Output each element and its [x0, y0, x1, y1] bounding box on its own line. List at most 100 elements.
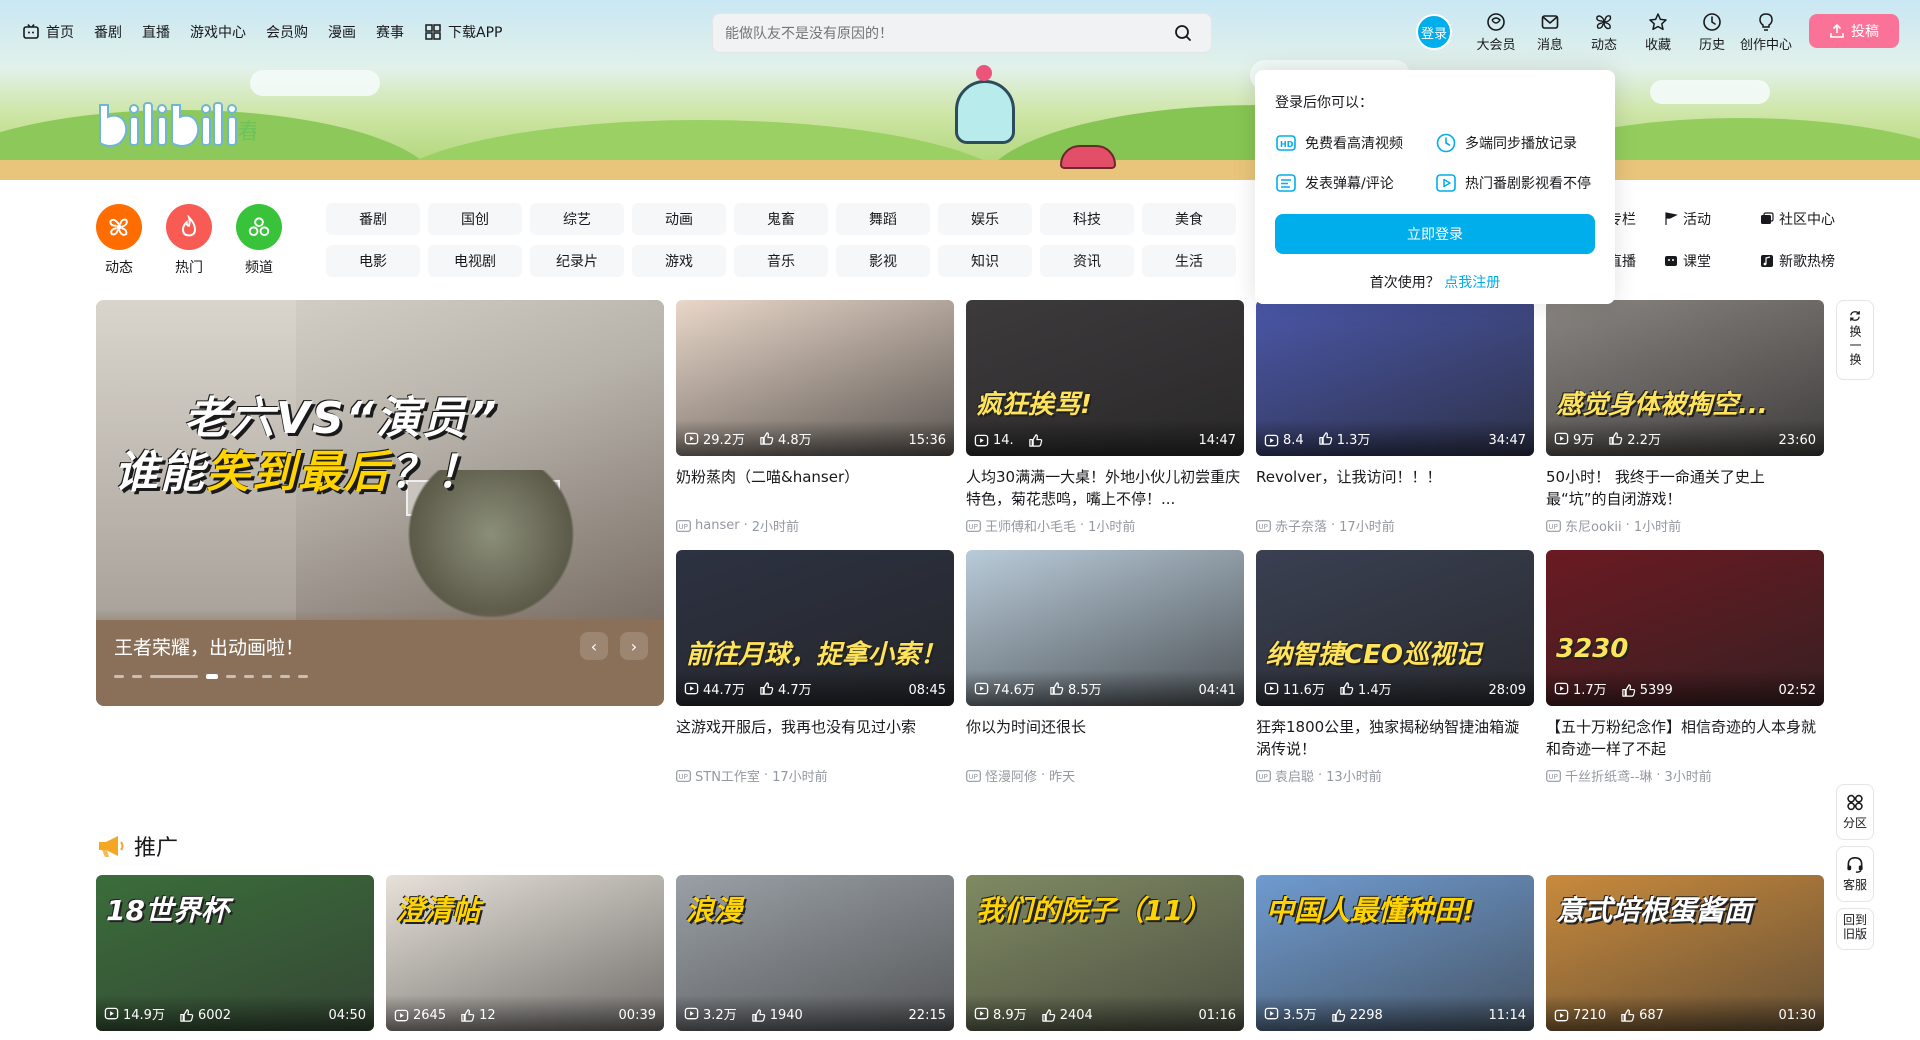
extra-link-community[interactable]: 社区中心: [1760, 203, 1870, 235]
promo-thumbnail[interactable]: 我们的院子（11） 8.9万 2404 01:16: [966, 875, 1244, 1031]
nav-manga[interactable]: 漫画: [328, 22, 356, 42]
promo-thumbnail[interactable]: 浪漫 3.2万 1940 22:15: [676, 875, 954, 1031]
tag-item[interactable]: 生活: [1142, 245, 1236, 277]
carousel-caption[interactable]: 王者荣耀，出动画啦！: [114, 633, 304, 660]
rightnav-history[interactable]: 历史: [1685, 12, 1739, 53]
video-thumbnail[interactable]: 纳智捷CEO巡视记 11.6万 1.4万 28:09: [1256, 550, 1534, 706]
nav-match[interactable]: 赛事: [376, 22, 404, 42]
carousel-dot[interactable]: [280, 675, 290, 678]
promo-card[interactable]: 意式培根蛋酱面 7210 687 01:30: [1546, 875, 1824, 1031]
promo-card[interactable]: 18世界杯 14.9万 6002 04:50: [96, 875, 374, 1031]
promo-thumbnail[interactable]: 澄清帖 2645 12 00:39: [386, 875, 664, 1031]
partition-button[interactable]: 分区: [1836, 784, 1874, 840]
video-card[interactable]: 8.4 1.3万 34:47 Revolver，让我访问！！！ UP 赤子奈落 · 17小时前: [1256, 300, 1534, 535]
video-card[interactable]: 29.2万 4.8万 15:36 奶粉蒸肉（二喵&hanser） UP hanser · 2小…: [676, 300, 954, 535]
video-title[interactable]: 你以为时间还很长: [966, 716, 1244, 760]
video-thumbnail[interactable]: 感觉身体被掏空... 9万 2.2万 23:60: [1546, 300, 1824, 456]
rightnav-creator-center[interactable]: 创作中心: [1739, 12, 1793, 53]
rightnav-message[interactable]: 消息: [1523, 12, 1577, 53]
video-author[interactable]: 东尼ookii: [1565, 516, 1622, 535]
promo-thumbnail[interactable]: 中国人最懂种田! 3.5万 2298 11:14: [1256, 875, 1534, 1031]
extra-link-column[interactable]: 专栏: [1608, 203, 1664, 235]
extra-link-activity[interactable]: 活动: [1664, 203, 1760, 235]
video-title[interactable]: 50小时！ 我终于一命通关了史上最“坑”的自闭游戏！: [1546, 466, 1824, 510]
carousel-dot[interactable]: [132, 675, 142, 678]
tag-item[interactable]: 鬼畜: [734, 203, 828, 235]
video-card[interactable]: 前往月球，捉拿小索！ 44.7万 4.7万 08:45 这游戏开服后，我再也没有见过小索…: [676, 550, 954, 785]
video-thumbnail[interactable]: 疯狂挨骂! 14. 14:47: [966, 300, 1244, 456]
promo-card[interactable]: 澄清帖 2645 12 00:39: [386, 875, 664, 1031]
login-now-button[interactable]: 立即登录: [1275, 214, 1595, 254]
login-avatar-button[interactable]: 登录: [1416, 14, 1452, 50]
rightnav-favorites[interactable]: 收藏: [1631, 12, 1685, 53]
old-version-button[interactable]: 回到旧版: [1836, 908, 1874, 950]
tag-item[interactable]: 国创: [428, 203, 522, 235]
video-thumbnail[interactable]: 8.4 1.3万 34:47: [1256, 300, 1534, 456]
video-author[interactable]: STN工作室: [695, 766, 760, 785]
extra-link-music-chart[interactable]: 新歌热榜: [1760, 245, 1870, 277]
video-author[interactable]: 王师傅和小毛毛: [985, 516, 1076, 535]
video-author[interactable]: 怪漫阿修: [985, 766, 1037, 785]
video-card[interactable]: 感觉身体被掏空... 9万 2.2万 23:60 50小时！ 我终于一命通关了史上最“坑…: [1546, 300, 1824, 535]
video-author[interactable]: 袁启聪: [1275, 766, 1314, 785]
video-thumbnail[interactable]: 29.2万 4.8万 15:36: [676, 300, 954, 456]
video-title[interactable]: 狂奔1800公里，独家揭秘纳智捷油箱漩涡传说！: [1256, 716, 1534, 760]
video-author[interactable]: 赤子奈落: [1275, 516, 1327, 535]
video-card[interactable]: 纳智捷CEO巡视记 11.6万 1.4万 28:09 狂奔1800公里，独家揭秘纳智捷油…: [1256, 550, 1534, 785]
search-button[interactable]: [1167, 17, 1199, 49]
tag-item[interactable]: 电影: [326, 245, 420, 277]
register-link[interactable]: 点我注册: [1444, 275, 1500, 291]
search-input[interactable]: [725, 25, 1167, 41]
tag-item[interactable]: 美食: [1142, 203, 1236, 235]
carousel-dot[interactable]: [262, 675, 272, 678]
nav-game-center[interactable]: 游戏中心: [190, 22, 246, 42]
video-author[interactable]: 千丝折纸鸢--琳: [1565, 766, 1652, 785]
carousel-prev-button[interactable]: ‹: [580, 632, 608, 660]
carousel-dot[interactable]: [114, 675, 124, 678]
tag-item[interactable]: 游戏: [632, 245, 726, 277]
tag-item[interactable]: 资讯: [1040, 245, 1134, 277]
nav-home[interactable]: 首页: [22, 22, 74, 42]
extra-link-live[interactable]: 直播: [1608, 245, 1664, 277]
nav-live[interactable]: 直播: [142, 22, 170, 42]
post-button[interactable]: 投稿: [1809, 14, 1899, 48]
video-thumbnail[interactable]: 3230 1.7万 5399 02:52: [1546, 550, 1824, 706]
video-title[interactable]: 人均30满满一大桌！外地小伙儿初尝重庆特色，菊花悲鸣，嘴上不停！...: [966, 466, 1244, 510]
video-title[interactable]: 奶粉蒸肉（二喵&hanser）: [676, 466, 954, 510]
video-author[interactable]: hanser: [695, 518, 740, 533]
tag-item[interactable]: 音乐: [734, 245, 828, 277]
video-thumbnail[interactable]: 74.6万 8.5万 04:41: [966, 550, 1244, 706]
nav-bangumi[interactable]: 番剧: [94, 22, 122, 42]
promo-card[interactable]: 我们的院子（11） 8.9万 2404 01:16: [966, 875, 1244, 1031]
video-card[interactable]: 疯狂挨骂! 14. 14:47 人均30满满一大桌！外地小伙儿初尝重庆特色，菊花悲鸣，…: [966, 300, 1244, 535]
tag-item[interactable]: 科技: [1040, 203, 1134, 235]
customer-service-button[interactable]: 客服: [1836, 846, 1874, 902]
tag-item[interactable]: 动画: [632, 203, 726, 235]
tag-item[interactable]: 电视剧: [428, 245, 522, 277]
tag-item[interactable]: 娱乐: [938, 203, 1032, 235]
channel-hot-button[interactable]: [166, 204, 212, 250]
tag-item[interactable]: 番剧: [326, 203, 420, 235]
video-card[interactable]: 3230 1.7万 5399 02:52 【五十万粉纪念作】相信奇迹的人本身就和奇迹一样…: [1546, 550, 1824, 785]
nav-mall[interactable]: 会员购: [266, 22, 308, 42]
promo-card[interactable]: 中国人最懂种田! 3.5万 2298 11:14: [1256, 875, 1534, 1031]
channel-channel-button[interactable]: [236, 204, 282, 250]
video-title[interactable]: Revolver，让我访问！！！: [1256, 466, 1534, 510]
nav-download-app[interactable]: 下载APP: [424, 22, 502, 42]
rightnav-dynamic[interactable]: 动态: [1577, 12, 1631, 53]
carousel-dot[interactable]: [150, 675, 198, 678]
featured-carousel[interactable]: 老六VS“演员” 谁能笑到最后？！ 王者荣耀，出动画啦！ ‹ ›: [96, 300, 664, 706]
carousel-dot[interactable]: [244, 675, 254, 678]
carousel-dot[interactable]: [226, 675, 236, 678]
carousel-dot-active[interactable]: [206, 674, 218, 679]
tag-item[interactable]: 影视: [836, 245, 930, 277]
promo-thumbnail[interactable]: 18世界杯 14.9万 6002 04:50: [96, 875, 374, 1031]
extra-link-classroom[interactable]: 课堂: [1664, 245, 1760, 277]
video-card[interactable]: 74.6万 8.5万 04:41 你以为时间还很长 UP 怪漫阿修 · 昨天: [966, 550, 1244, 785]
rightnav-vip[interactable]: 大会员: [1469, 12, 1523, 53]
promo-card[interactable]: 浪漫 3.2万 1940 22:15: [676, 875, 954, 1031]
tag-item[interactable]: 纪录片: [530, 245, 624, 277]
channel-dynamic-button[interactable]: [96, 204, 142, 250]
tag-item[interactable]: 综艺: [530, 203, 624, 235]
bilibili-logo[interactable]: 春: [96, 95, 256, 151]
